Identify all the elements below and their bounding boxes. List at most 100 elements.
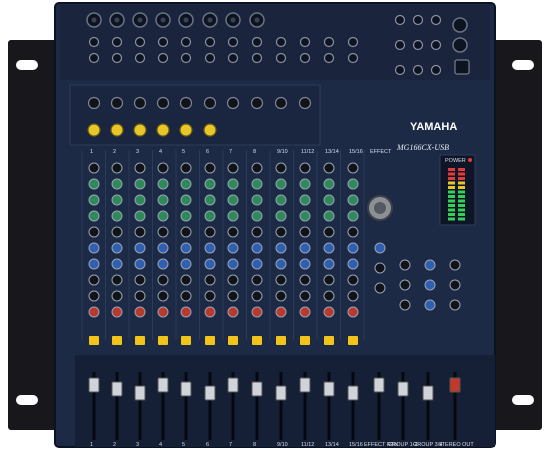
aux1-knob[interactable] — [251, 226, 263, 238]
channel-on-button[interactable] — [348, 336, 358, 345]
pan-knob[interactable] — [347, 290, 359, 302]
pan-knob[interactable] — [157, 290, 169, 302]
aux3-knob[interactable] — [88, 258, 100, 270]
line-input-jack[interactable] — [134, 36, 146, 48]
effect-send-knob[interactable] — [227, 274, 239, 286]
master-knob[interactable] — [399, 259, 411, 271]
pan-bal-knob[interactable] — [227, 306, 239, 318]
aux2-knob[interactable] — [299, 242, 311, 254]
hpf-knob[interactable] — [88, 162, 100, 174]
channel-fader[interactable] — [299, 377, 311, 393]
hpf-knob[interactable] — [180, 162, 192, 174]
xlr-input-jack[interactable] — [109, 12, 125, 28]
eq-low-knob[interactable] — [204, 210, 216, 222]
aux2-knob[interactable] — [180, 242, 192, 254]
master-knob[interactable] — [449, 279, 461, 291]
gain-knob[interactable] — [179, 96, 193, 110]
effect-knob[interactable] — [374, 242, 386, 254]
effect-send-knob[interactable] — [157, 274, 169, 286]
eq-mid-knob[interactable] — [227, 194, 239, 206]
output-jack[interactable] — [430, 39, 442, 51]
eq-high-knob[interactable] — [299, 178, 311, 190]
line-input-jack[interactable] — [180, 36, 192, 48]
effect-send-knob[interactable] — [347, 274, 359, 286]
aux2-knob[interactable] — [347, 242, 359, 254]
master-knob[interactable] — [424, 299, 436, 311]
pan-knob[interactable] — [227, 290, 239, 302]
eq-mid-knob[interactable] — [323, 194, 335, 206]
line-input-jack[interactable] — [88, 52, 100, 64]
channel-on-button[interactable] — [112, 336, 122, 345]
pan-bal-knob[interactable] — [347, 306, 359, 318]
eq-high-knob[interactable] — [180, 178, 192, 190]
pan-bal-knob[interactable] — [157, 306, 169, 318]
pan-bal-knob[interactable] — [299, 306, 311, 318]
eq-high-knob[interactable] — [88, 178, 100, 190]
effect-send-knob[interactable] — [111, 274, 123, 286]
eq-mid-knob[interactable] — [204, 194, 216, 206]
hpf-knob[interactable] — [323, 162, 335, 174]
hpf-knob[interactable] — [299, 162, 311, 174]
aux1-knob[interactable] — [180, 226, 192, 238]
eq-high-knob[interactable] — [111, 178, 123, 190]
eq-mid-knob[interactable] — [299, 194, 311, 206]
output-jack[interactable] — [394, 14, 406, 26]
pan-bal-knob[interactable] — [180, 306, 192, 318]
effect-send-knob[interactable] — [204, 274, 216, 286]
xlr-input-jack[interactable] — [86, 12, 102, 28]
channel-fader[interactable] — [275, 385, 287, 401]
aux1-knob[interactable] — [157, 226, 169, 238]
hpf-knob[interactable] — [227, 162, 239, 174]
channel-on-button[interactable] — [135, 336, 145, 345]
eq-low-knob[interactable] — [227, 210, 239, 222]
eq-mid-knob[interactable] — [134, 194, 146, 206]
channel-fader[interactable] — [134, 385, 146, 401]
channel-on-button[interactable] — [205, 336, 215, 345]
pan-bal-knob[interactable] — [134, 306, 146, 318]
master-knob[interactable] — [424, 259, 436, 271]
effect-knob[interactable] — [374, 282, 386, 294]
line-input-jack[interactable] — [134, 52, 146, 64]
channel-fader[interactable] — [251, 381, 263, 397]
effect-send-knob[interactable] — [299, 274, 311, 286]
effect-send-knob[interactable] — [275, 274, 287, 286]
eq-high-knob[interactable] — [275, 178, 287, 190]
line-input-jack[interactable] — [299, 36, 311, 48]
line-input-jack[interactable] — [251, 52, 263, 64]
eq-low-knob[interactable] — [323, 210, 335, 222]
xlr-output-jack[interactable] — [452, 17, 468, 33]
aux1-knob[interactable] — [347, 226, 359, 238]
eq-low-knob[interactable] — [347, 210, 359, 222]
pan-knob[interactable] — [111, 290, 123, 302]
eq-high-knob[interactable] — [323, 178, 335, 190]
gain-knob[interactable] — [203, 96, 217, 110]
eq-mid-knob[interactable] — [111, 194, 123, 206]
channel-fader[interactable] — [323, 381, 335, 397]
aux3-knob[interactable] — [299, 258, 311, 270]
aux1-knob[interactable] — [227, 226, 239, 238]
hpf-knob[interactable] — [204, 162, 216, 174]
aux3-knob[interactable] — [204, 258, 216, 270]
aux3-knob[interactable] — [111, 258, 123, 270]
pan-bal-knob[interactable] — [88, 306, 100, 318]
comp-knob[interactable] — [179, 123, 193, 137]
eq-high-knob[interactable] — [204, 178, 216, 190]
master-knob[interactable] — [424, 279, 436, 291]
channel-fader[interactable] — [111, 381, 123, 397]
line-input-jack[interactable] — [204, 36, 216, 48]
pan-knob[interactable] — [323, 290, 335, 302]
effect-knob[interactable] — [374, 262, 386, 274]
channel-on-button[interactable] — [300, 336, 310, 345]
pan-bal-knob[interactable] — [204, 306, 216, 318]
hpf-knob[interactable] — [251, 162, 263, 174]
eq-low-knob[interactable] — [134, 210, 146, 222]
channel-on-button[interactable] — [252, 336, 262, 345]
channel-fader[interactable] — [373, 377, 385, 393]
line-input-jack[interactable] — [111, 36, 123, 48]
aux3-knob[interactable] — [347, 258, 359, 270]
channel-on-button[interactable] — [181, 336, 191, 345]
master-knob[interactable] — [449, 299, 461, 311]
eq-mid-knob[interactable] — [157, 194, 169, 206]
aux2-knob[interactable] — [227, 242, 239, 254]
hpf-knob[interactable] — [111, 162, 123, 174]
